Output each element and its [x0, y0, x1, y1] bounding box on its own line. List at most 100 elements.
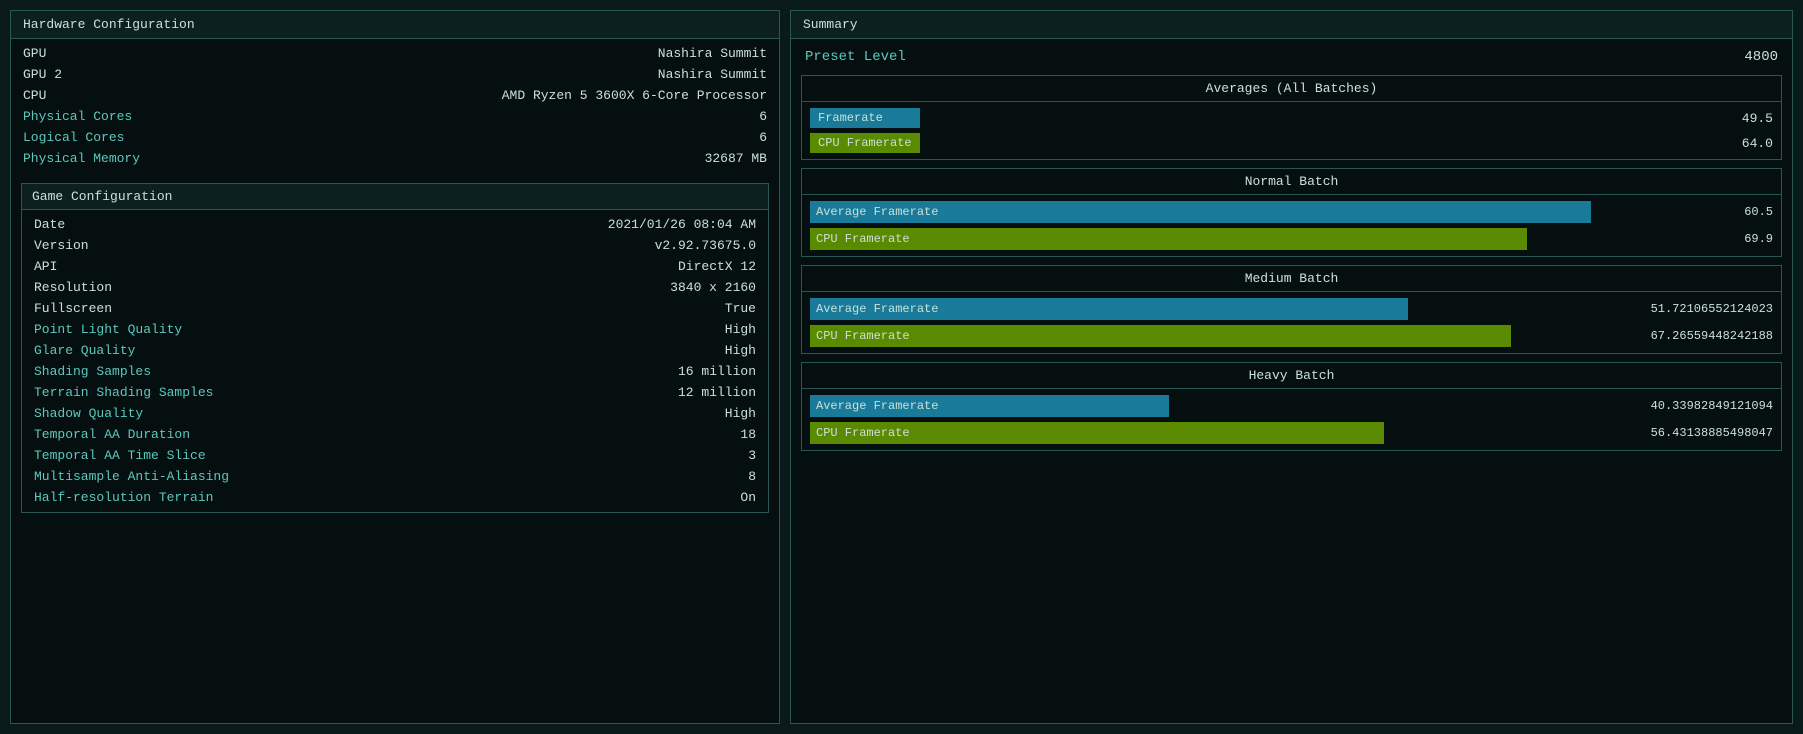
- hardware-row-value: Nashira Summit: [658, 67, 767, 82]
- normal-cpu-value: 69.9: [1613, 232, 1773, 246]
- averages-content: Framerate 49.5 CPU Framerate 64.0: [802, 102, 1781, 159]
- right-panel: Summary Preset Level 4800 Averages (All …: [790, 10, 1793, 724]
- game-config-row: Shading Samples 16 million: [22, 361, 768, 382]
- game-config-row: Temporal AA Time Slice3: [22, 445, 768, 466]
- heavy-cpu-row: CPU Framerate 56.43138885498047: [810, 422, 1773, 444]
- medium-avg-value: 51.72106552124023: [1613, 302, 1773, 316]
- game-config-row: Fullscreen True: [22, 298, 768, 319]
- hardware-row-label: Physical Cores: [23, 109, 132, 124]
- game-config-row-value: 16 million: [678, 364, 756, 379]
- heavy-batch-content: Average Framerate 40.33982849121094 CPU …: [802, 389, 1781, 450]
- hardware-row-label: Physical Memory: [23, 151, 140, 166]
- hardware-table: GPUNashira SummitGPU 2Nashira SummitCPUA…: [11, 39, 779, 173]
- game-config-row-value: True: [725, 301, 756, 316]
- game-config-title: Game Configuration: [22, 184, 768, 210]
- avg-framerate-value: 49.5: [1742, 111, 1773, 126]
- heavy-batch-title: Heavy Batch: [802, 363, 1781, 389]
- game-config-row: Resolution3840 x 2160: [22, 277, 768, 298]
- game-config-row-label: Shading Samples: [34, 364, 151, 379]
- game-config-row-label: Shadow Quality: [34, 406, 143, 421]
- game-config-row: Half-resolution TerrainOn: [22, 487, 768, 508]
- game-config-row-value: v2.92.73675.0: [655, 238, 756, 253]
- normal-cpu-bar-label: CPU Framerate: [816, 232, 910, 246]
- heavy-cpu-bar: CPU Framerate: [810, 422, 1384, 444]
- hardware-row-value: Nashira Summit: [658, 46, 767, 61]
- normal-cpu-bar: CPU Framerate: [810, 228, 1527, 250]
- normal-avg-bar-label: Average Framerate: [816, 205, 938, 219]
- medium-cpu-row: CPU Framerate 67.26559448242188: [810, 325, 1773, 347]
- avg-cpu-row: CPU Framerate 64.0: [810, 133, 1773, 153]
- game-config-row-value: 8: [748, 469, 756, 484]
- hardware-row: Physical Cores6: [11, 106, 779, 127]
- game-config-row: Versionv2.92.73675.0: [22, 235, 768, 256]
- normal-avg-value: 60.5: [1613, 205, 1773, 219]
- medium-avg-bar: Average Framerate: [810, 298, 1408, 320]
- heavy-avg-row: Average Framerate 40.33982849121094: [810, 395, 1773, 417]
- game-config-row: Glare Quality High: [22, 340, 768, 361]
- normal-cpu-row: CPU Framerate 69.9: [810, 228, 1773, 250]
- preset-label: Preset Level: [805, 49, 906, 65]
- game-config-row: Shadow Quality High: [22, 403, 768, 424]
- hardware-row-label: GPU: [23, 46, 46, 61]
- game-config-row-label: Date: [34, 217, 65, 232]
- medium-cpu-value: 67.26559448242188: [1613, 329, 1773, 343]
- game-config-row-value: 12 million: [678, 385, 756, 400]
- medium-cpu-bar-container: CPU Framerate: [810, 325, 1607, 347]
- medium-cpu-bar-label: CPU Framerate: [816, 329, 910, 343]
- game-config-row: Point Light QualityHigh: [22, 319, 768, 340]
- game-config-row: Terrain Shading Samples 12 million: [22, 382, 768, 403]
- averages-title: Averages (All Batches): [802, 76, 1781, 102]
- hardware-row-value: 32687 MB: [705, 151, 767, 166]
- summary-title: Summary: [791, 11, 1792, 39]
- game-config-row-label: Terrain Shading Samples: [34, 385, 213, 400]
- hardware-row-label: CPU: [23, 88, 46, 103]
- game-config-row: Temporal AA Duration18: [22, 424, 768, 445]
- normal-batch-title: Normal Batch: [802, 169, 1781, 195]
- game-config-row-label: Glare Quality: [34, 343, 135, 358]
- hardware-row: Logical Cores 6: [11, 127, 779, 148]
- game-config-row: API DirectX 12: [22, 256, 768, 277]
- avg-framerate-row: Framerate 49.5: [810, 108, 1773, 128]
- game-config-row-value: 3840 x 2160: [670, 280, 756, 295]
- medium-batch-title: Medium Batch: [802, 266, 1781, 292]
- normal-batch-content: Average Framerate 60.5 CPU Framerate 69.…: [802, 195, 1781, 256]
- normal-avg-row: Average Framerate 60.5: [810, 201, 1773, 223]
- normal-batch-section: Normal Batch Average Framerate 60.5 CPU …: [801, 168, 1782, 257]
- game-config-row-value: 18: [740, 427, 756, 442]
- avg-cpu-label: CPU Framerate: [810, 133, 920, 153]
- heavy-avg-bar: Average Framerate: [810, 395, 1169, 417]
- game-config-row: Multisample Anti-Aliasing 8: [22, 466, 768, 487]
- summary-content: Preset Level 4800 Averages (All Batches)…: [791, 39, 1792, 459]
- game-config-row-label: API: [34, 259, 57, 274]
- game-config-row-value: 2021/01/26 08:04 AM: [608, 217, 756, 232]
- game-config-section: Game Configuration Date 2021/01/26 08:04 …: [21, 183, 769, 513]
- game-config-row-value: 3: [748, 448, 756, 463]
- game-config-table: Date 2021/01/26 08:04 AM Versionv2.92.7367…: [22, 210, 768, 512]
- medium-batch-content: Average Framerate 51.72106552124023 CPU …: [802, 292, 1781, 353]
- hardware-row-value: 6: [759, 130, 767, 145]
- game-config-row-label: Multisample Anti-Aliasing: [34, 469, 229, 484]
- preset-row: Preset Level 4800: [801, 47, 1782, 67]
- heavy-cpu-bar-container: CPU Framerate: [810, 422, 1607, 444]
- heavy-cpu-bar-label: CPU Framerate: [816, 426, 910, 440]
- medium-cpu-bar: CPU Framerate: [810, 325, 1511, 347]
- medium-avg-bar-label: Average Framerate: [816, 302, 938, 316]
- game-config-row-value: On: [740, 490, 756, 505]
- heavy-avg-bar-label: Average Framerate: [816, 399, 938, 413]
- medium-batch-section: Medium Batch Average Framerate 51.721065…: [801, 265, 1782, 354]
- heavy-avg-bar-container: Average Framerate: [810, 395, 1607, 417]
- medium-avg-bar-container: Average Framerate: [810, 298, 1607, 320]
- preset-value: 4800: [1744, 49, 1778, 65]
- hardware-row-label: Logical Cores: [23, 130, 124, 145]
- normal-cpu-bar-container: CPU Framerate: [810, 228, 1607, 250]
- hardware-config-title: Hardware Configuration: [11, 11, 779, 39]
- avg-cpu-value: 64.0: [1742, 136, 1773, 151]
- hardware-row-label: GPU 2: [23, 67, 62, 82]
- game-config-row-value: High: [725, 406, 756, 421]
- game-config-row-label: Fullscreen: [34, 301, 112, 316]
- game-config-row-value: High: [725, 343, 756, 358]
- hardware-row: GPU 2 Nashira Summit: [11, 64, 779, 85]
- heavy-cpu-value: 56.43138885498047: [1613, 426, 1773, 440]
- game-config-row-value: DirectX 12: [678, 259, 756, 274]
- avg-framerate-label: Framerate: [810, 108, 920, 128]
